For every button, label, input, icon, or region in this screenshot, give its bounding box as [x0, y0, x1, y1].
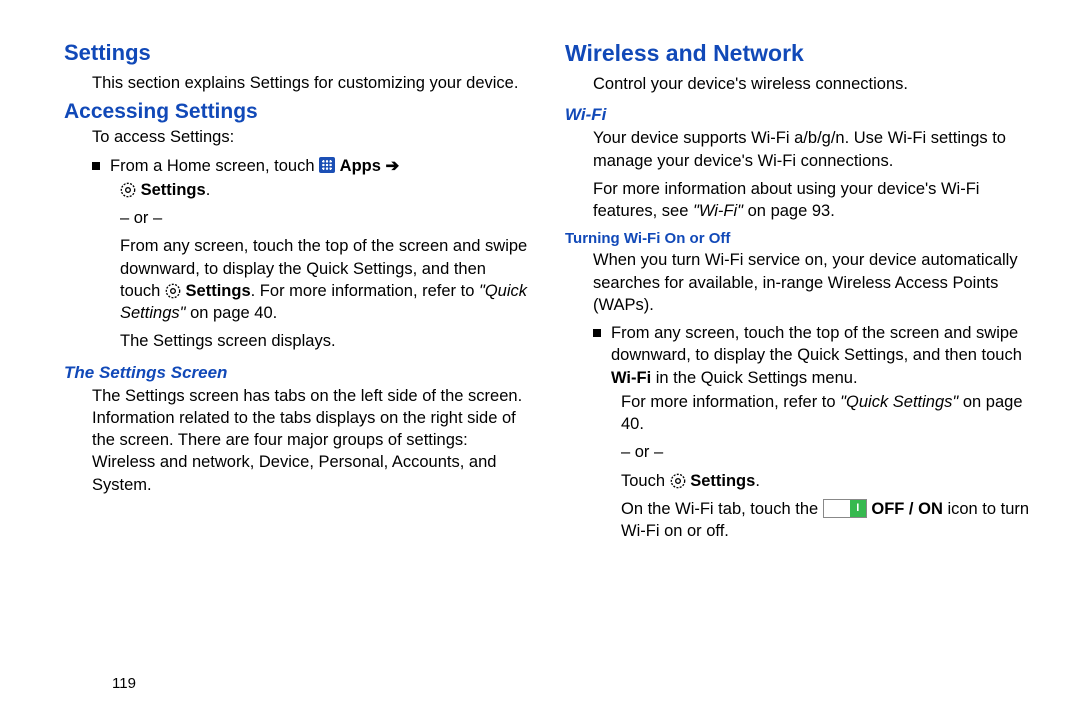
swipe-paragraph: From any screen, touch the top of the sc… — [64, 235, 529, 324]
gear-icon — [670, 473, 686, 489]
heading-accessing: Accessing Settings — [64, 100, 529, 124]
bullet-from-home: From a Home screen, touch Apps ➔ — [64, 155, 529, 177]
heading-turning-wifi: Turning Wi-Fi On or Off — [565, 230, 1030, 247]
gear-icon — [165, 283, 181, 299]
from-home-text: From a Home screen, touch — [110, 157, 319, 175]
page-number: 119 — [112, 675, 136, 692]
left-column: Settings This section explains Settings … — [64, 40, 529, 549]
right-column: Wireless and Network Control your device… — [565, 40, 1030, 549]
heading-wifi: Wi-Fi — [565, 105, 1030, 125]
apps-label: Apps — [340, 157, 381, 175]
heading-settings: Settings — [64, 40, 529, 66]
or-label: – or – — [64, 207, 529, 229]
or-label-right: – or – — [565, 441, 1030, 463]
to-access-label: To access Settings: — [64, 126, 529, 148]
turning-p1: When you turn Wi-Fi service on, your dev… — [565, 249, 1030, 316]
settings-screen-body: The Settings screen has tabs on the left… — [64, 385, 529, 496]
apps-icon — [319, 157, 335, 173]
touch-settings: Touch Settings. — [565, 470, 1030, 492]
bullet-icon — [92, 162, 100, 170]
displays-text: The Settings screen displays. — [64, 330, 529, 352]
gear-icon — [120, 182, 136, 198]
heading-wireless: Wireless and Network — [565, 40, 1030, 67]
bullet-icon — [593, 329, 601, 337]
more-info: For more information, refer to "Quick Se… — [565, 391, 1030, 436]
settings-line: Settings. — [64, 179, 529, 201]
wifi-p1: Your device supports Wi-Fi a/b/g/n. Use … — [565, 127, 1030, 172]
bullet-from-any-screen: From any screen, touch the top of the sc… — [565, 322, 1030, 389]
wireless-intro: Control your device's wireless connectio… — [565, 73, 1030, 95]
heading-settings-screen: The Settings Screen — [64, 363, 529, 383]
toggle-off-on-icon — [823, 499, 867, 518]
arrow-icon: ➔ — [381, 157, 399, 175]
wifi-tab-line: On the Wi-Fi tab, touch the OFF / ON ico… — [565, 498, 1030, 543]
wifi-p2: For more information about using your de… — [565, 178, 1030, 223]
settings-intro: This section explains Settings for custo… — [64, 72, 529, 94]
